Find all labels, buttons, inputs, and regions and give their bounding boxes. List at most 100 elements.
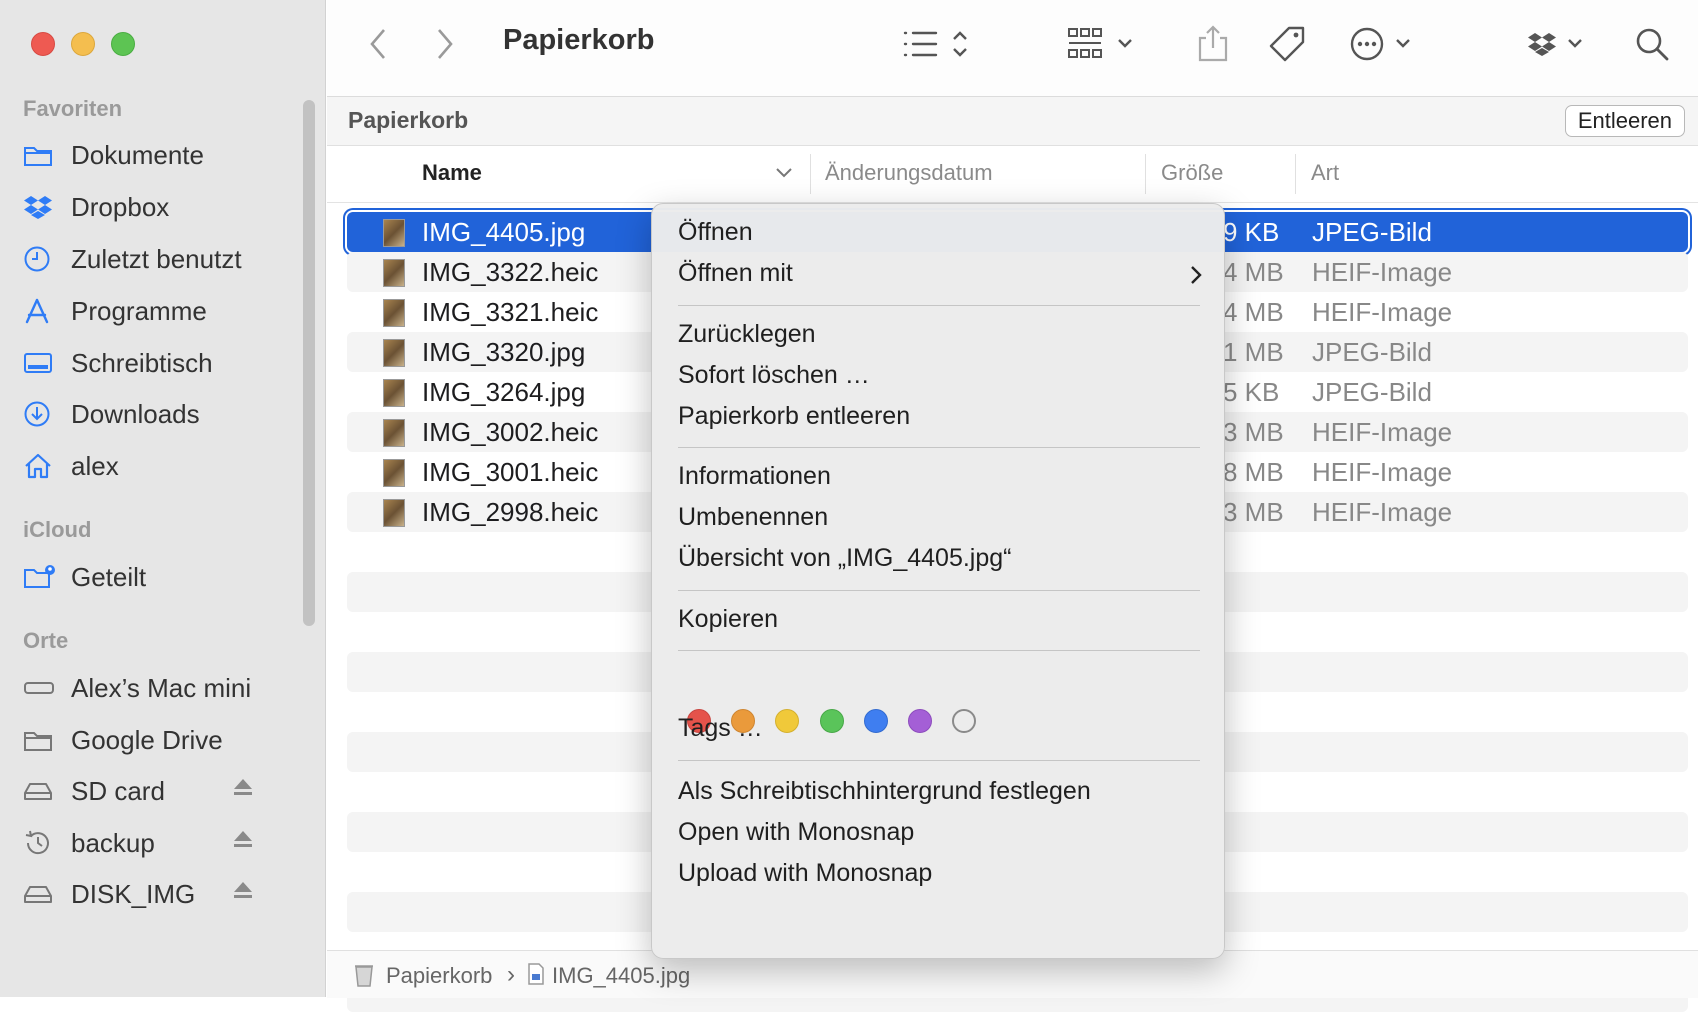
file-kind: JPEG-Bild [1312,216,1432,247]
column-modified[interactable]: Änderungsdatum [825,160,993,186]
breadcrumb-trash[interactable]: Papierkorb [386,963,492,989]
sidebar-item-desktop[interactable]: Schreibtisch [23,343,303,383]
sidebar-item-label: Dropbox [71,191,170,222]
close-window-button[interactable] [31,32,55,56]
menu-item-empty-trash[interactable]: Papierkorb entleeren [678,402,910,431]
menu-item-set-wallpaper[interactable]: Als Schreibtischhintergrund festlegen [678,777,1091,806]
home-icon [23,452,57,480]
trash-icon [355,965,373,987]
forward-button[interactable] [434,20,456,68]
sidebar-section-icloud: iCloud [23,517,92,542]
view-mode-button[interactable] [902,20,974,68]
image-thumbnail-icon [383,219,405,247]
share-button[interactable] [1195,20,1231,68]
column-divider[interactable] [810,154,811,194]
sidebar-item-dropbox[interactable]: Dropbox [23,187,303,227]
sidebar-section-favorites: Favoriten [23,96,123,121]
breadcrumb-file[interactable]: IMG_4405.jpg [552,963,690,989]
sidebar-item-label: Dokumente [71,139,204,170]
column-divider[interactable] [1145,154,1146,194]
sidebar-item-backup[interactable]: backup [23,823,303,863]
action-menu-button[interactable] [1349,20,1425,68]
search-icon [1636,28,1669,61]
image-thumbnail-icon [383,299,405,327]
search-button[interactable] [1634,20,1672,68]
sidebar-item-google-drive[interactable]: Google Drive [23,720,303,760]
folder-title: Papierkorb [348,107,469,133]
menu-item-upload-with-monosnap[interactable]: Upload with Monosnap [678,859,932,888]
tag-purple[interactable] [908,709,932,733]
file-icon [528,963,544,985]
grid-icon [1068,28,1132,58]
sidebar-item-label: DISK_IMG [71,878,196,909]
tag-blue[interactable] [864,709,888,733]
sidebar-scrollbar[interactable] [303,100,315,626]
tag-button[interactable] [1267,20,1307,68]
chevron-left-icon [370,29,385,59]
image-thumbnail-icon [383,459,405,487]
sidebar: Favoriten Dokumente Dropbox Zuletzt benu… [0,0,326,997]
context-menu: Öffnen Öffnen mit Zurücklegen Sofort lös… [651,203,1225,959]
empty-trash-button[interactable]: Entleeren [1564,105,1685,137]
file-size: 4 MB [1223,296,1284,327]
file-size: 9 KB [1223,216,1280,247]
menu-item-put-back[interactable]: Zurücklegen [678,320,816,349]
menu-item-open[interactable]: Öffnen [678,218,753,247]
eject-icon[interactable] [232,879,254,901]
sidebar-item-sd-card[interactable]: SD card [23,771,303,811]
tag-green[interactable] [820,709,844,733]
column-divider[interactable] [1295,154,1296,194]
column-kind[interactable]: Art [1311,160,1339,186]
sidebar-item-applications[interactable]: Programme [23,291,303,331]
menu-item-quick-look[interactable]: Übersicht von „IMG_4405.jpg“ [678,544,1011,573]
sidebar-item-label: SD card [71,775,165,806]
drive-icon [23,880,57,908]
sidebar-item-home[interactable]: alex [23,446,303,486]
tag-gray[interactable] [952,709,976,733]
computer-icon [23,674,57,702]
chevron-right-icon [438,29,453,59]
applications-icon [23,297,57,325]
image-thumbnail-icon [383,339,405,367]
menu-item-rename[interactable]: Umbenennen [678,503,828,532]
sidebar-item-label: backup [71,827,155,858]
file-name: IMG_2998.heic [422,496,599,527]
tag-yellow[interactable] [775,709,799,733]
sidebar-item-shared[interactable]: Geteilt [23,557,303,597]
sidebar-item-mac-mini[interactable]: Alex’s Mac mini [23,668,303,708]
file-kind: HEIF-Image [1312,496,1453,527]
eject-icon[interactable] [232,828,254,850]
menu-item-open-with[interactable]: Öffnen mit [678,259,793,288]
column-name[interactable]: Name [422,160,482,186]
sidebar-item-label: Zuletzt benutzt [71,243,242,274]
sidebar-item-recents[interactable]: Zuletzt benutzt [23,239,303,279]
sidebar-item-dokumente[interactable]: Dokumente [23,135,303,175]
menu-item-tags[interactable]: Tags … [678,714,763,743]
minimize-window-button[interactable] [71,32,95,56]
menu-item-open-with-monosnap[interactable]: Open with Monosnap [678,818,914,847]
dropbox-menu-button[interactable] [1527,20,1593,68]
tag-icon [1269,26,1305,62]
eject-icon[interactable] [232,776,254,798]
file-kind: JPEG-Bild [1312,336,1432,367]
file-kind: HEIF-Image [1312,456,1453,487]
zoom-window-button[interactable] [111,32,135,56]
window-title: Papierkorb [503,24,655,56]
sidebar-item-disk-img[interactable]: DISK_IMG [23,874,303,914]
menu-item-delete-immediately[interactable]: Sofort löschen … [678,361,870,390]
shared-folder-icon [23,563,57,591]
column-size[interactable]: Größe [1161,160,1223,186]
file-kind: HEIF-Image [1312,416,1453,447]
sidebar-item-label: Downloads [71,398,200,429]
image-thumbnail-icon [383,499,405,527]
back-button[interactable] [367,20,389,68]
desktop-icon [23,349,57,377]
dropbox-icon [1528,33,1582,56]
sidebar-item-label: alex [71,450,119,481]
menu-item-get-info[interactable]: Informationen [678,462,831,491]
menu-separator [678,590,1200,591]
menu-item-copy[interactable]: Kopieren [678,605,778,634]
sidebar-item-downloads[interactable]: Downloads [23,394,303,434]
share-icon [1198,25,1228,62]
group-button[interactable] [1067,20,1139,68]
